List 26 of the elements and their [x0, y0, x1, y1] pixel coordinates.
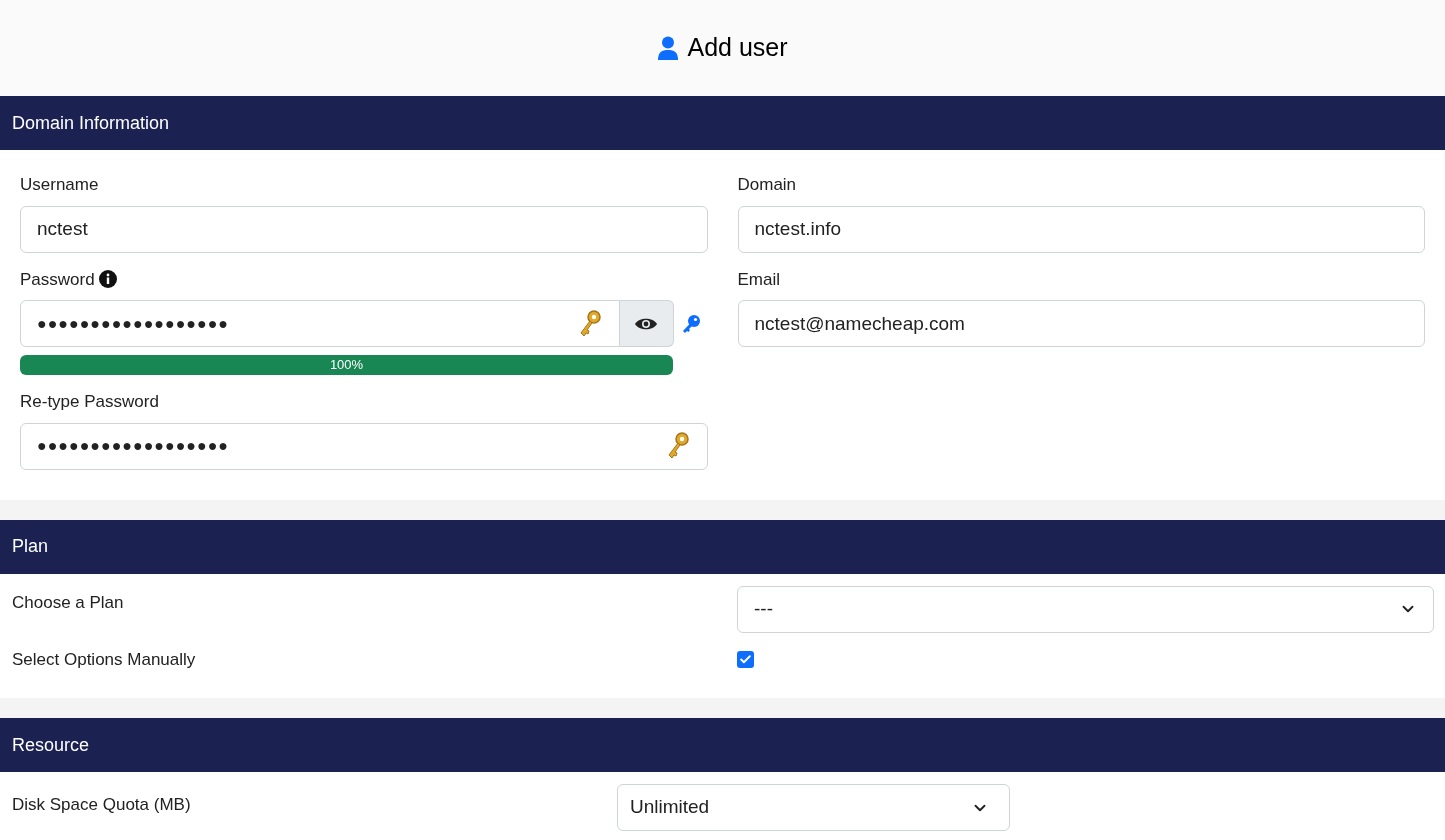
field-label: Re-type Password — [20, 391, 160, 413]
username-field[interactable]: nctest — [20, 205, 708, 253]
field-label: Disk Space Quota (MB) — [12, 794, 192, 816]
user-icon — [657, 36, 680, 60]
info-icon — [98, 270, 117, 289]
field-label: Select Options Manually — [12, 648, 197, 671]
email-field[interactable]: nctest@namecheap.com — [737, 300, 1425, 347]
show-password-button[interactable] — [619, 300, 674, 347]
section-header: Plan — [0, 519, 1445, 574]
field-label: Password — [20, 268, 95, 291]
retype-password-field[interactable]: ●●●●●●●●●●●●●●●●●● — [20, 422, 708, 470]
domain-field[interactable]: nctest.info — [737, 205, 1425, 253]
field-label: Email — [737, 268, 781, 291]
section-header: Domain Information — [0, 96, 1445, 150]
password-field[interactable]: ●●●●●●●●●●●●●●●●●● — [20, 300, 620, 347]
plan-select[interactable]: --- — [737, 585, 1434, 633]
check-icon — [739, 652, 752, 666]
field-label: Choose a Plan — [12, 591, 125, 614]
key-icon — [680, 313, 701, 334]
disk-quota-select[interactable]: Unlimited — [617, 784, 1010, 831]
page-title: Add user — [687, 32, 788, 64]
checkbox[interactable] — [737, 650, 754, 668]
field-label: Username — [20, 174, 100, 196]
section-header: Resource — [0, 718, 1445, 772]
field-label: Domain — [737, 174, 798, 196]
strength-reading: 100% — [329, 356, 364, 375]
